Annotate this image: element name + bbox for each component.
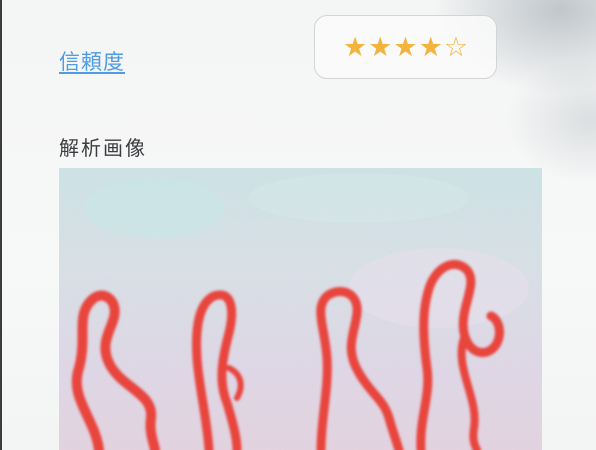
star-filled-icon: ★ (393, 31, 418, 63)
star-empty-icon: ☆ (443, 31, 469, 63)
rating-stars: ★ ★ ★ ★ ☆ (314, 15, 497, 79)
analysis-image-label: 解析画像 (59, 136, 147, 160)
trust-link[interactable]: 信頼度 (59, 46, 125, 76)
window-edge (0, 0, 2, 450)
star-filled-icon: ★ (418, 31, 443, 63)
capillary-image (59, 168, 542, 450)
analysis-image (59, 168, 542, 450)
star-filled-icon: ★ (342, 31, 368, 63)
star-filled-icon: ★ (368, 31, 393, 63)
